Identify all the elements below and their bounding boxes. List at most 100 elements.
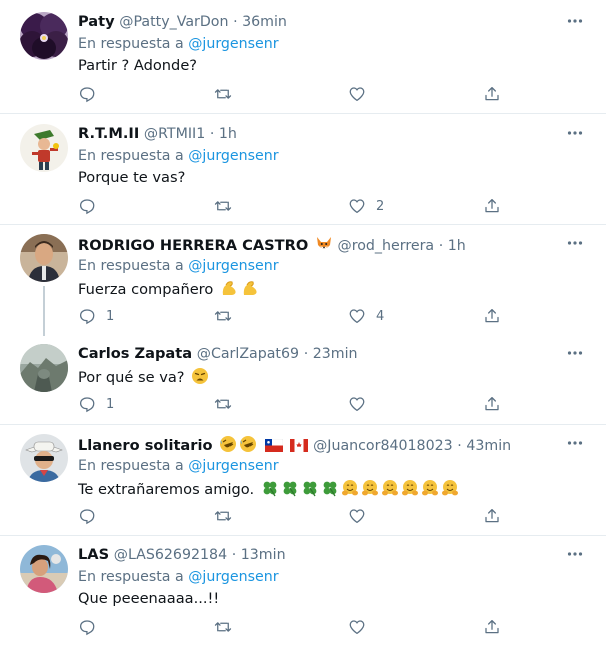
tweet-6[interactable]: LAS @LAS62692184 · 13min En respuesta a … [0, 545, 606, 645]
canada-flag-icon [290, 439, 309, 452]
clover-emoji-group [259, 481, 339, 498]
author-handle[interactable]: @LAS62692184 [114, 547, 227, 563]
author-handle[interactable]: @RTMII1 [144, 126, 205, 142]
chile-flag-icon [264, 439, 283, 452]
author-handle[interactable]: @Patty_VarDon [119, 14, 228, 30]
author-handle[interactable]: @rod_herrera [338, 238, 435, 254]
share-button[interactable] [483, 196, 501, 216]
author-name[interactable]: Paty [78, 13, 115, 30]
weary-face-emoji-icon [192, 368, 209, 384]
hugging-face-emoji-icon [421, 480, 438, 496]
share-icon [485, 198, 499, 213]
more-icon[interactable] [566, 436, 584, 450]
tweet-3[interactable]: RODRIGO HERRERA CASTRO @rod_herrera · 1h… [0, 234, 606, 334]
tweet-time[interactable]: · 36min [233, 14, 287, 30]
share-button[interactable] [483, 84, 501, 104]
author-handle[interactable]: @Juancor84018023 [313, 438, 453, 454]
author-name[interactable]: LAS [78, 546, 109, 563]
avatar[interactable] [20, 234, 68, 282]
like-button[interactable] [348, 617, 376, 637]
avatar[interactable] [20, 434, 68, 482]
tweet-time[interactable]: · 13min [232, 547, 286, 563]
author-name[interactable]: R.T.M.II [78, 125, 139, 142]
like-button[interactable] [348, 506, 376, 526]
author-handle[interactable]: @CarlZapat69 [197, 346, 299, 362]
hugging-face-emoji-group [339, 480, 459, 498]
reply-button[interactable]: 1 [78, 306, 114, 326]
avatar-woman-photo [20, 545, 68, 593]
reply-handle-link[interactable]: @jurgensenr [188, 569, 278, 585]
tweet-text: Te extrañaremos amigo. [78, 479, 459, 499]
retweet-button[interactable] [213, 506, 233, 526]
like-icon [349, 509, 365, 524]
reply-context: En respuesta a @jurgensenr [78, 257, 279, 275]
reply-button[interactable] [78, 506, 106, 526]
author-name[interactable]: Llanero solitario [78, 437, 213, 454]
more-icon[interactable] [566, 547, 584, 561]
reply-handle-link[interactable]: @jurgensenr [188, 148, 278, 164]
like-icon [349, 397, 365, 412]
reply-button[interactable]: 1 [78, 394, 114, 414]
tweet-2[interactable]: R.T.M.II @RTMII1 · 1h En respuesta a @ju… [0, 124, 606, 224]
hugging-face-emoji-icon [381, 480, 398, 496]
more-icon[interactable] [566, 14, 584, 28]
avatar[interactable] [20, 545, 68, 593]
share-button[interactable] [483, 306, 501, 326]
avatar-cartoon-figure [20, 124, 68, 172]
like-icon [349, 199, 365, 214]
hugging-face-emoji-icon [441, 480, 458, 496]
avatar[interactable] [20, 124, 68, 172]
author-name[interactable]: Carlos Zapata [78, 345, 192, 362]
tweet-4[interactable]: Carlos Zapata @CarlZapat69 · 23min Por q… [0, 344, 606, 424]
rolling-laughing-emoji-icon [240, 436, 257, 452]
retweet-button[interactable] [213, 394, 233, 414]
reply-prefix: En respuesta a [78, 258, 184, 274]
reply-count: 1 [106, 396, 115, 412]
fox-emoji-icon [316, 237, 331, 249]
tweet-5[interactable]: Llanero solitario @Juancor84018023 · 43m… [0, 434, 606, 534]
more-icon[interactable] [566, 236, 584, 250]
reply-button[interactable] [78, 196, 106, 216]
avatar-pansy-flower [20, 12, 68, 60]
tweet-text-body: Por qué se va? [78, 369, 185, 386]
flexed-biceps-emoji-icon [243, 281, 257, 295]
reply-handle-link[interactable]: @jurgensenr [188, 258, 278, 274]
author-name[interactable]: RODRIGO HERRERA CASTRO [78, 237, 308, 254]
retweet-button[interactable] [213, 617, 233, 637]
retweet-icon [214, 399, 232, 409]
tweet-actions [78, 506, 578, 526]
tweet-1[interactable]: Paty @Patty_VarDon · 36min En respuesta … [0, 12, 606, 112]
like-button[interactable]: 2 [348, 196, 384, 216]
share-icon [485, 396, 499, 411]
share-button[interactable] [483, 506, 501, 526]
tweet-text: Fuerza compañero [78, 279, 260, 299]
share-button[interactable] [483, 394, 501, 414]
more-icon[interactable] [566, 126, 584, 140]
retweet-button[interactable] [213, 306, 233, 326]
retweet-icon [214, 311, 232, 321]
like-count: 2 [376, 198, 385, 214]
like-count: 4 [376, 308, 385, 324]
tweet-time[interactable]: · 23min [304, 346, 358, 362]
avatar-lone-ranger-cartoon [20, 434, 68, 482]
retweet-button[interactable] [213, 84, 233, 104]
like-button[interactable] [348, 84, 376, 104]
four-leaf-clover-emoji-icon [323, 481, 337, 497]
avatar[interactable] [20, 12, 68, 60]
divider [0, 113, 606, 114]
avatar[interactable] [20, 344, 68, 392]
tweet-time[interactable]: · 1h [439, 238, 466, 254]
more-icon[interactable] [566, 346, 584, 360]
reply-button[interactable] [78, 84, 106, 104]
tweet-time[interactable]: · 1h [210, 126, 237, 142]
share-button[interactable] [483, 617, 501, 637]
reply-context: En respuesta a @jurgensenr [78, 457, 279, 475]
reply-handle-link[interactable]: @jurgensenr [188, 458, 278, 474]
reply-button[interactable] [78, 617, 106, 637]
like-icon [349, 620, 365, 635]
retweet-button[interactable] [213, 196, 233, 216]
like-button[interactable]: 4 [348, 306, 384, 326]
like-button[interactable] [348, 394, 376, 414]
reply-handle-link[interactable]: @jurgensenr [188, 36, 278, 52]
tweet-time[interactable]: · 43min [457, 438, 511, 454]
